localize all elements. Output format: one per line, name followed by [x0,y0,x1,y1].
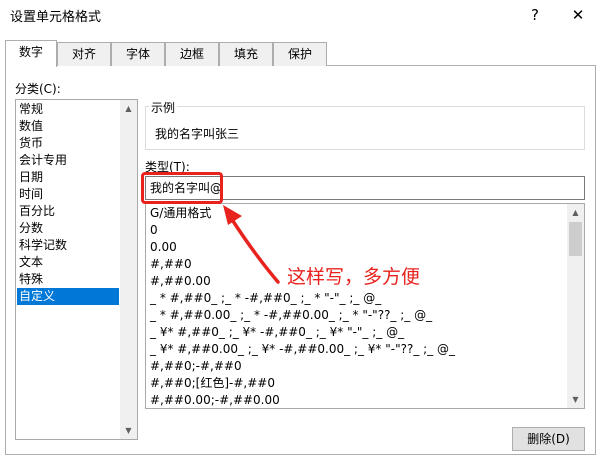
format-scrollbar[interactable]: ▲ ▼ [567,204,584,408]
scroll-thumb[interactable] [569,222,582,256]
scroll-down-icon[interactable]: ▼ [567,391,584,408]
scroll-up-icon[interactable]: ▲ [120,100,137,117]
format-item[interactable]: G/通用格式 [150,205,211,222]
tab-number[interactable]: 数字 [5,40,57,67]
close-icon[interactable]: ✕ [563,2,593,28]
annotation-highlight-box [141,172,223,204]
category-item-text[interactable]: 文本 [17,254,43,271]
tab-alignment[interactable]: 对齐 [57,42,111,66]
format-item[interactable]: #,##0.00 [150,273,211,290]
scroll-down-icon[interactable]: ▼ [120,422,137,439]
category-item-custom[interactable]: 自定义 [17,288,119,305]
help-icon[interactable]: ? [520,2,550,28]
format-item[interactable]: #,##0;[红色]-#,##0 [150,375,275,392]
format-code-list[interactable]: G/通用格式 0 0.00 #,##0 #,##0.00 _ * #,##0_ … [145,203,585,409]
format-item[interactable]: _ * #,##0.00_ ;_ * -#,##0.00_ ;_ * "-"??… [150,307,432,324]
title-bar: 设置单元格格式 ? ✕ [0,0,601,30]
category-label: 分类(C): [15,82,61,96]
format-item[interactable]: 0.00 [150,239,177,256]
tab-protection[interactable]: 保护 [273,42,327,66]
category-item-currency[interactable]: 货币 [17,135,43,152]
format-item[interactable]: _ ¥* #,##0_ ;_ ¥* -#,##0_ ;_ ¥* "-"_ ;_ … [150,324,404,341]
category-scrollbar[interactable]: ▲ ▼ [120,100,137,439]
format-item[interactable]: 0 [150,222,158,239]
tab-font[interactable]: 字体 [111,42,165,66]
format-item[interactable]: _ ¥* #,##0.00_ ;_ ¥* -#,##0.00_ ;_ ¥* "-… [150,341,455,358]
category-item-special[interactable]: 特殊 [17,271,43,288]
category-item-time[interactable]: 时间 [17,186,43,203]
dialog-title: 设置单元格格式 [10,10,102,25]
format-item[interactable]: #,##0 [150,256,192,273]
scroll-up-icon[interactable]: ▲ [567,204,584,221]
annotation-text: 这样写，多方便 [287,266,421,288]
category-item-fraction[interactable]: 分数 [17,220,43,237]
category-list[interactable]: 常规 数值 货币 会计专用 日期 时间 百分比 分数 科学记数 文本 特殊 自定… [15,99,138,440]
category-item-date[interactable]: 日期 [17,169,43,186]
category-item-number[interactable]: 数值 [17,118,43,135]
delete-button[interactable]: 删除(D) [512,427,585,451]
format-item[interactable]: _ * #,##0_ ;_ * -#,##0_ ;_ * "-"_ ;_ @_ [150,290,381,307]
category-item-scientific[interactable]: 科学记数 [17,237,67,254]
category-item-general[interactable]: 常规 [17,101,43,118]
tab-fill[interactable]: 填充 [219,42,273,66]
format-item[interactable]: #,##0.00;-#,##0.00 [150,392,280,408]
tab-border[interactable]: 边框 [165,42,219,66]
format-item[interactable]: #,##0;-#,##0 [150,358,242,375]
sample-label: 示例 [149,99,178,116]
sample-preview: 我的名字叫张三 [155,127,240,141]
category-item-accounting[interactable]: 会计专用 [17,152,67,169]
annotation-arrow-icon [223,205,280,284]
category-item-percentage[interactable]: 百分比 [17,203,55,220]
